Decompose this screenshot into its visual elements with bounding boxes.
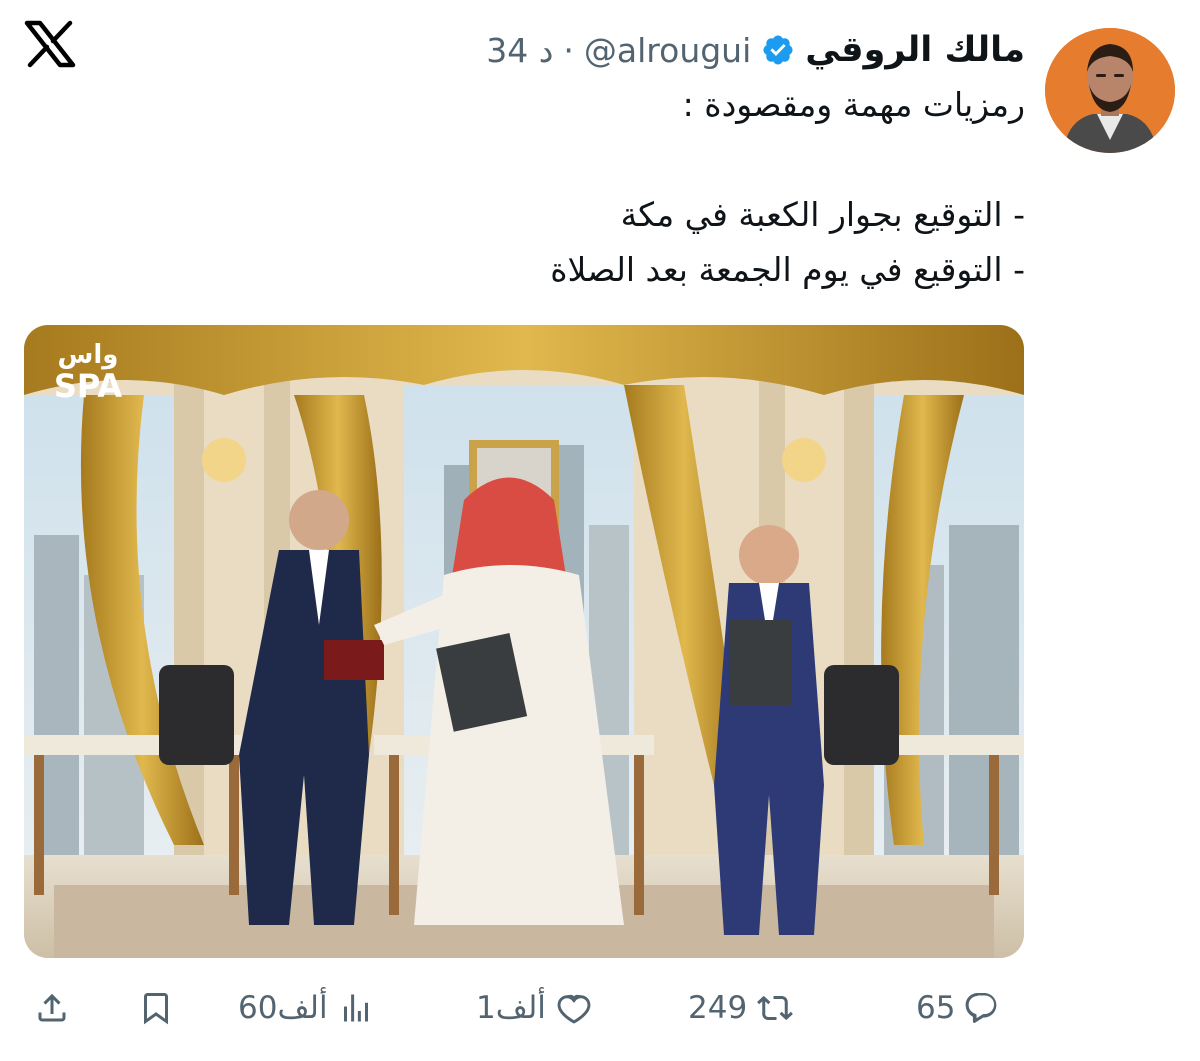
tweet-media-photo[interactable]: واس SPA [24, 325, 1024, 958]
author-name[interactable]: مالك الروقي [805, 30, 1025, 70]
reply-button[interactable]: 65 [916, 980, 999, 1036]
retweet-button[interactable]: 249 [688, 980, 794, 1036]
retweet-count: 249 [688, 990, 748, 1026]
views-chart-icon [343, 994, 368, 1022]
views-count: 60ألف [238, 990, 328, 1026]
tweet-text-line-1: رمزيات مهمة ومقصودة : [682, 85, 1025, 124]
views-button[interactable]: 60ألف [238, 980, 374, 1036]
tweet-text-line-2: - التوقيع بجوار الكعبة في مكة [620, 195, 1025, 234]
reply-count: 65 [916, 990, 956, 1026]
spa-watermark-latin: SPA [54, 367, 123, 405]
retweet-icon [757, 995, 794, 1021]
share-button[interactable] [34, 980, 70, 1036]
like-count: 1ألف [476, 990, 546, 1026]
heart-icon [557, 994, 591, 1024]
tweet-action-bar: 65 249 1ألف 60ألف [0, 980, 1200, 1036]
tweet-header: 34 د · @alrougui مالك الروقي [486, 25, 1025, 75]
like-button[interactable]: 1ألف [476, 980, 592, 1036]
bookmark-button[interactable] [138, 980, 174, 1036]
verified-badge-icon [763, 35, 793, 65]
spa-watermark-arabic: واس [58, 340, 119, 370]
meta-separator: · [563, 30, 574, 70]
previous-tweet-cutoff [0, 0, 1200, 8]
avatar[interactable] [1045, 28, 1175, 153]
share-icon [38, 993, 66, 1022]
tweet-time[interactable]: 34 د [486, 31, 553, 70]
tweet-text-line-3: - التوقيع في يوم الجمعة بعد الصلاة [550, 250, 1025, 289]
reply-icon [966, 993, 997, 1023]
bookmark-icon [144, 993, 168, 1025]
x-logo-icon[interactable] [24, 20, 76, 68]
author-handle[interactable]: @alrougui [584, 31, 751, 70]
